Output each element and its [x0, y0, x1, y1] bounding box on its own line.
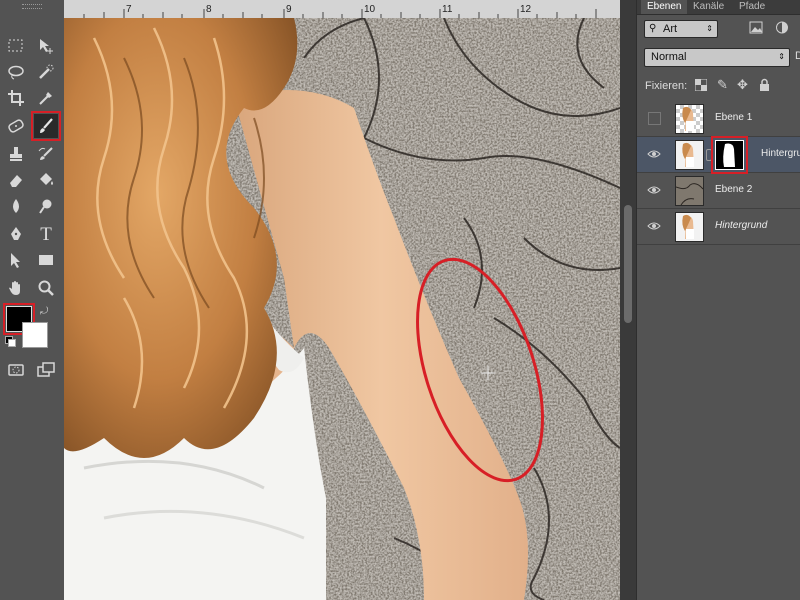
layer-thumbnail [675, 140, 704, 170]
tab-kanaele[interactable]: Kanäle [687, 0, 730, 14]
dodge-tool-icon[interactable] [34, 194, 58, 218]
move-tool-icon[interactable] [34, 34, 58, 58]
type-tool-icon[interactable]: T [34, 222, 58, 246]
blend-mode-value: Normal [651, 51, 687, 63]
hand-tool-icon[interactable] [4, 276, 28, 300]
dropdown-arrows-icon: ⇕ [706, 24, 713, 33]
layer-name[interactable]: Ebene 1 [715, 112, 752, 123]
layer-mask-thumbnail[interactable] [711, 136, 748, 174]
history-brush-tool-icon[interactable] [34, 142, 58, 166]
layer-filter-dropdown[interactable]: ⚲ Art ⇕ [644, 20, 718, 38]
layer-name[interactable]: Hintergrund [715, 220, 767, 231]
zoom-tool-icon[interactable] [34, 276, 58, 300]
paint-bucket-tool-icon[interactable] [34, 168, 58, 192]
layer-thumbnail [675, 104, 704, 134]
swap-colors-icon[interactable]: ⤾ [40, 306, 48, 317]
layers-panel: Ebenen Kanäle Pfade ⚲ Art ⇕ Normal ⇕ D F… [636, 0, 800, 600]
default-colors-icon[interactable] [5, 336, 16, 347]
ruler-tick-label: 9 [286, 4, 292, 15]
brush-tool-icon[interactable] [31, 111, 61, 141]
background-color-swatch[interactable] [22, 322, 48, 348]
layer-name[interactable]: Hintergrund [761, 148, 800, 159]
layer-row-selected[interactable]: Hintergrund [637, 136, 800, 174]
layer-row[interactable]: Hintergrund [637, 209, 800, 245]
quick-selection-tool-icon[interactable] [34, 60, 58, 84]
dropdown-arrows-icon: ⇕ [778, 52, 785, 61]
vertical-scrollbar[interactable] [620, 0, 636, 600]
panel-tabs: Ebenen Kanäle Pfade [637, 0, 800, 15]
eye-icon[interactable] [647, 183, 661, 197]
lock-pixels-icon[interactable]: ✎ [717, 77, 728, 93]
search-icon: ⚲ [649, 23, 657, 34]
filter-adjustment-icon[interactable] [775, 21, 789, 37]
filter-image-icon[interactable] [749, 21, 763, 37]
blend-mode-dropdown[interactable]: Normal ⇕ [644, 48, 790, 67]
layer-row[interactable]: Ebene 1 [637, 101, 800, 137]
canvas-image [64, 18, 620, 600]
pen-tool-icon[interactable] [4, 222, 28, 246]
rectangle-tool-icon[interactable] [34, 248, 58, 272]
layer-row[interactable]: Ebene 2 [637, 173, 800, 209]
quick-mask-tool-icon[interactable] [4, 358, 28, 382]
ruler-tick-label: 11 [442, 4, 453, 15]
ruler-tick-label: 12 [520, 4, 532, 15]
tab-ebenen[interactable]: Ebenen [641, 0, 688, 14]
horizontal-ruler: 7 8 9 10 11 12 [64, 0, 620, 19]
clone-stamp-tool-icon[interactable] [4, 142, 28, 166]
marquee-tool-icon[interactable] [4, 34, 28, 58]
ruler-tick-label: 7 [126, 4, 132, 15]
visibility-toggle[interactable] [648, 112, 661, 125]
lasso-tool-icon[interactable] [4, 60, 28, 84]
tools-panel: T ⤾ [0, 0, 65, 600]
lock-label: Fixieren: [645, 80, 688, 92]
panel-grip[interactable] [22, 4, 42, 9]
type-tool-glyph: T [40, 223, 52, 245]
mask-link-icon[interactable] [706, 149, 712, 161]
eyedropper-tool-icon[interactable] [34, 86, 58, 110]
layer-thumbnail [675, 176, 704, 206]
opacity-label: D [795, 50, 800, 62]
layer-name[interactable]: Ebene 2 [715, 184, 752, 195]
ruler-tick-label: 10 [364, 4, 376, 15]
eraser-tool-icon[interactable] [4, 168, 28, 192]
lock-position-icon[interactable]: ✥ [737, 77, 748, 93]
lock-transparency-icon[interactable] [694, 78, 708, 94]
layer-thumbnail [675, 212, 704, 242]
screen-mode-tool-icon[interactable] [34, 358, 58, 382]
blur-tool-icon[interactable] [4, 194, 28, 218]
document-canvas[interactable] [64, 18, 620, 600]
lock-all-icon[interactable] [759, 78, 770, 94]
eye-icon[interactable] [647, 219, 661, 233]
eye-icon[interactable] [647, 147, 661, 161]
scroll-thumb[interactable] [624, 205, 632, 323]
crop-tool-icon[interactable] [4, 86, 28, 110]
tab-pfade[interactable]: Pfade [733, 0, 771, 14]
path-selection-tool-icon[interactable] [4, 248, 28, 272]
healing-tool-icon[interactable] [4, 114, 28, 138]
layer-filter-value: Art [663, 23, 678, 35]
ruler-tick-label: 8 [206, 4, 212, 15]
